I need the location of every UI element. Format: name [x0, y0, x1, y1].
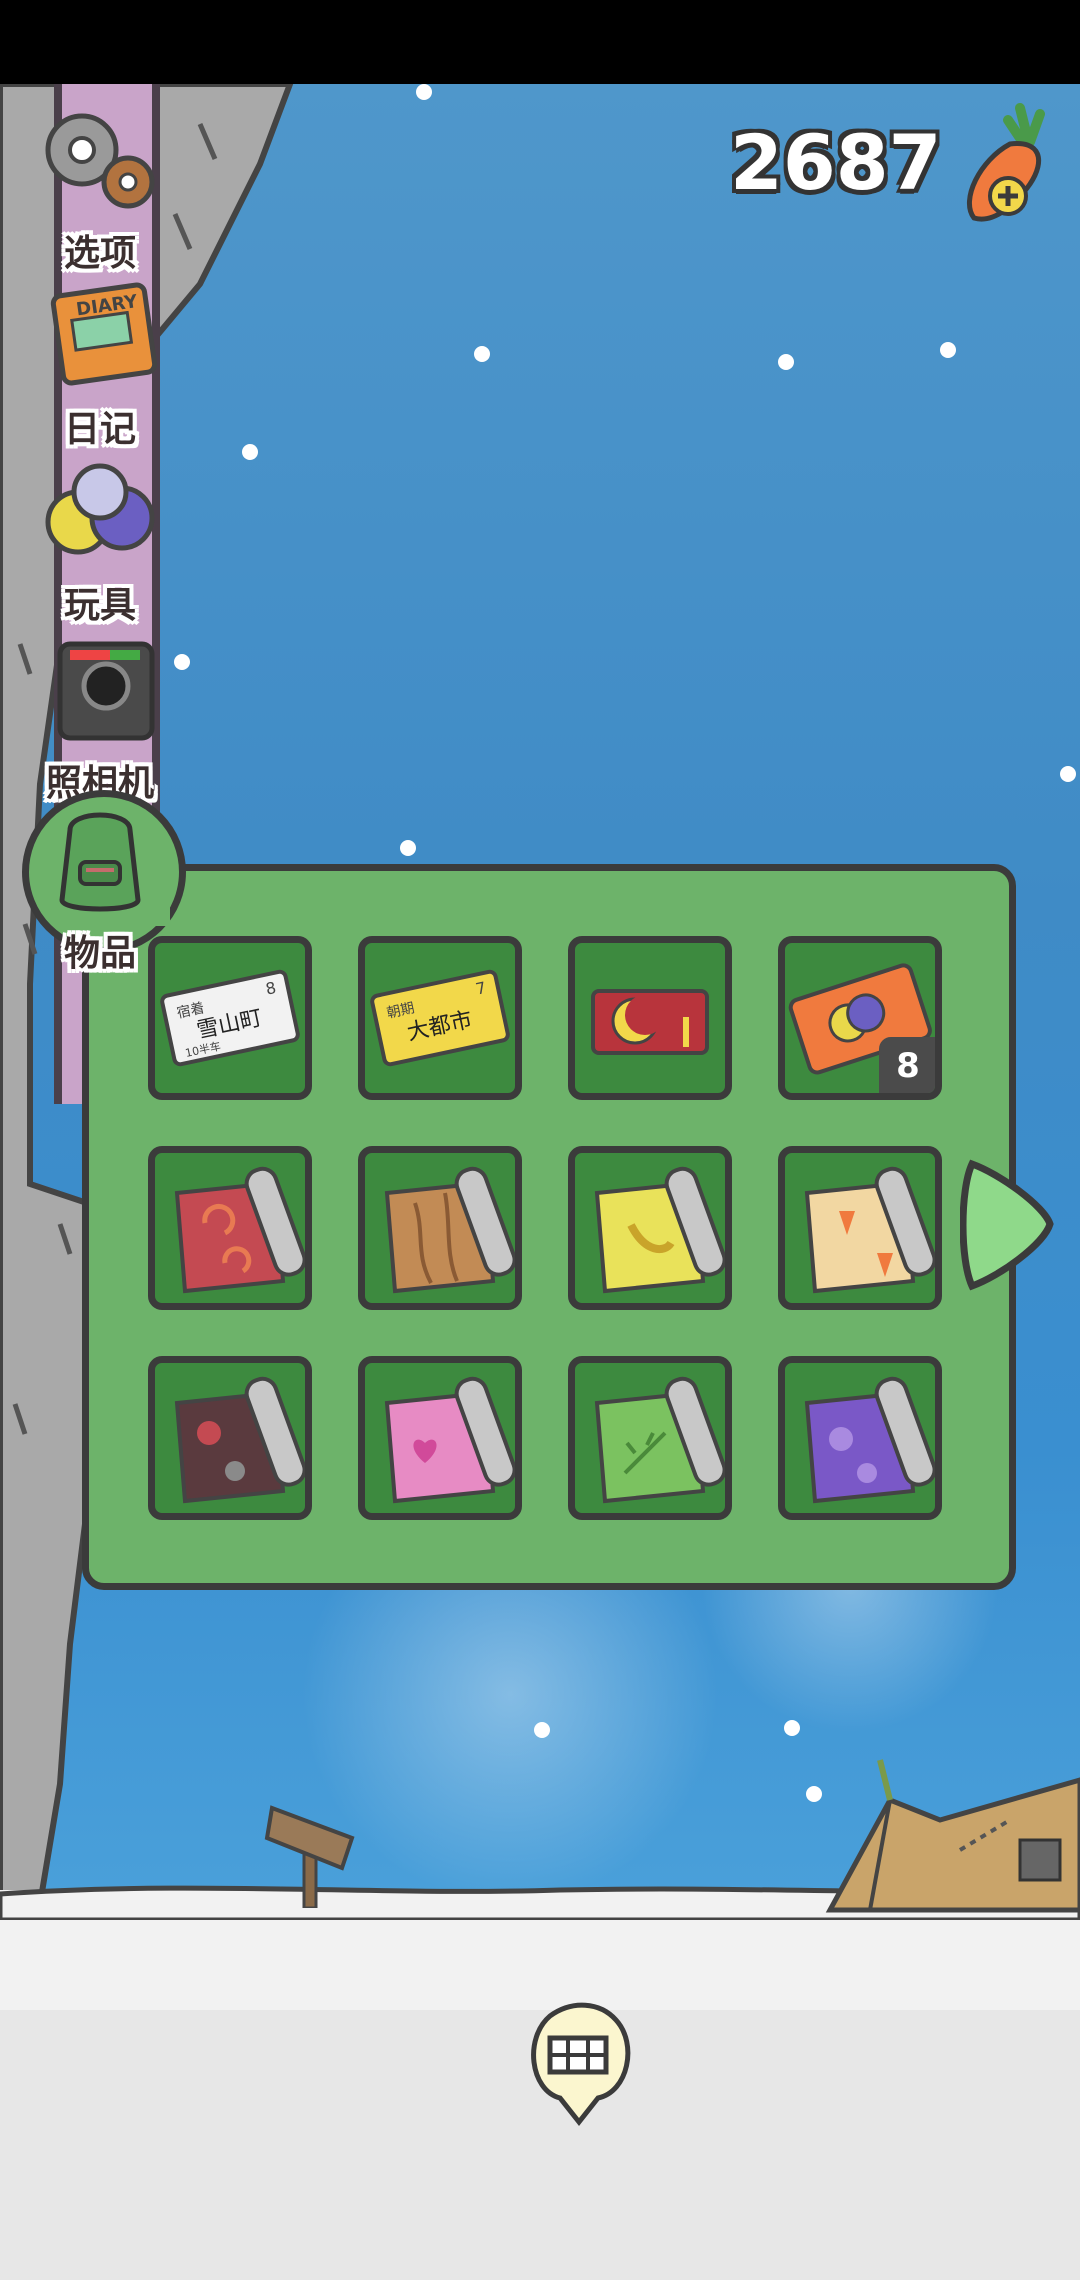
inventory-slot-coupon[interactable]: 8	[778, 936, 942, 1100]
carrot-count: 2687	[730, 118, 942, 207]
sidebar-item-label: 日记	[63, 409, 136, 450]
snowflake	[1060, 766, 1076, 782]
inventory-slot-mat-carrot[interactable]	[778, 1146, 942, 1310]
signpost	[264, 1805, 355, 1908]
gear-icon	[45, 113, 155, 209]
next-page-arrow-icon[interactable]	[960, 1150, 1060, 1300]
floor-mat-icon	[594, 1376, 725, 1504]
inventory-slot-mat-sakura-dark[interactable]	[148, 1356, 312, 1520]
inventory-slot-card[interactable]	[568, 936, 732, 1100]
snowflake	[416, 84, 432, 100]
inventory-slot-mat-banana[interactable]	[568, 1146, 732, 1310]
sidebar-item-toys[interactable]: 玩具	[20, 452, 180, 628]
inventory-slot-mat-pink-heart[interactable]	[358, 1356, 522, 1520]
carrot-plus-icon[interactable]	[950, 100, 1060, 230]
snowflake	[534, 1722, 550, 1738]
floor-mat-icon	[804, 1376, 935, 1504]
floor-mat-icon	[174, 1376, 305, 1504]
ticket-icon: 宿着 雪山町 10半车 8	[160, 969, 300, 1067]
snowflake	[400, 840, 416, 856]
inventory-slot-ticket-big-city[interactable]: 朝期 大都市 7	[358, 936, 522, 1100]
diary-icon: DIARY	[50, 282, 158, 386]
inventory-slot-mat-purple-flower[interactable]	[778, 1356, 942, 1520]
inventory-slot-mat-wood[interactable]	[358, 1146, 522, 1310]
sidebar-item-options[interactable]: 选项	[20, 100, 180, 276]
camera-icon	[57, 641, 155, 741]
snowflake	[778, 354, 794, 370]
snowflake	[474, 346, 490, 362]
sidebar-item-label: 玩具	[63, 585, 136, 626]
floor-mat-icon	[384, 1376, 515, 1504]
card-icon	[591, 989, 709, 1055]
item-count-badge: 8	[879, 1037, 935, 1093]
snowflake	[784, 1720, 800, 1736]
status-bar	[0, 0, 1080, 84]
toys-icon	[45, 463, 155, 555]
floor-mat-icon	[594, 1166, 725, 1294]
sidebar-item-diary[interactable]: DIARY 日记	[20, 276, 180, 452]
sidebar-item-label: 选项	[63, 233, 136, 274]
inventory-slot-ticket-snow-town[interactable]: 宿着 雪山町 10半车 8	[148, 936, 312, 1100]
sidebar-item-camera[interactable]: 照相机	[20, 630, 180, 806]
map-icon[interactable]	[520, 1998, 638, 2128]
backpack-icon	[59, 812, 141, 912]
floor-mat-icon	[804, 1166, 935, 1294]
floor-mat-icon	[174, 1166, 305, 1294]
ticket-icon: 朝期 大都市 7	[370, 969, 510, 1067]
inventory-slot-mat-red[interactable]	[148, 1146, 312, 1310]
snowflake	[940, 342, 956, 358]
inventory-slot-mat-green-leaf[interactable]	[568, 1356, 732, 1520]
floor-mat-icon	[384, 1166, 515, 1294]
tent	[825, 1759, 1080, 1913]
